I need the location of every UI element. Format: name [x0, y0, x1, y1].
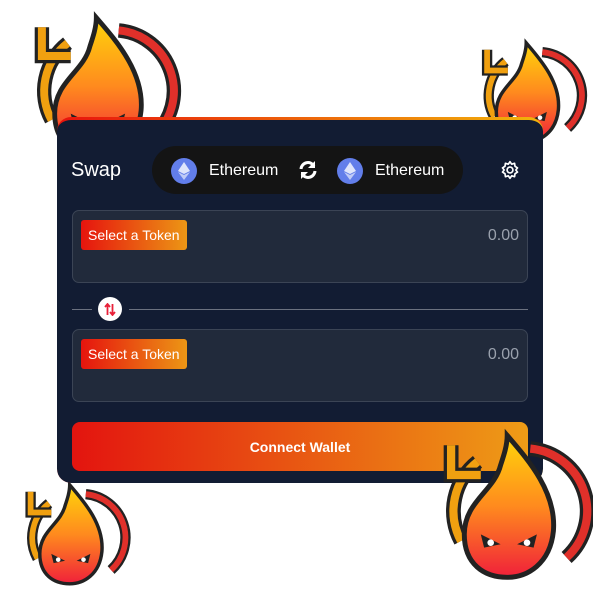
from-amount-input[interactable]: 0.00: [488, 227, 519, 245]
switch-chains-icon[interactable]: [298, 160, 318, 185]
from-chain-label: Ethereum: [209, 162, 279, 179]
from-select-token-button[interactable]: Select a Token: [81, 220, 187, 250]
to-amount-input[interactable]: 0.00: [488, 346, 519, 364]
swap-arrows-icon: [104, 302, 116, 316]
to-token-panel: Select a Token 0.00: [72, 329, 528, 402]
ethereum-icon: [171, 158, 197, 184]
page-title: Swap: [71, 159, 122, 181]
fire-mascot-icon: [428, 418, 593, 598]
to-chain-label: Ethereum: [375, 162, 445, 179]
chain-selector: Ethereum Ethereum: [152, 146, 463, 194]
settings-gear-icon[interactable]: [500, 160, 520, 185]
divider: [129, 309, 528, 310]
divider: [72, 309, 92, 310]
ethereum-icon: [337, 158, 363, 184]
to-select-token-button[interactable]: Select a Token: [81, 339, 187, 369]
to-chain-button[interactable]: Ethereum: [337, 158, 444, 184]
from-token-panel: Select a Token 0.00: [72, 210, 528, 283]
swap-direction-button[interactable]: [98, 297, 122, 321]
from-chain-button[interactable]: Ethereum: [171, 158, 278, 184]
fire-mascot-icon: [12, 478, 132, 593]
